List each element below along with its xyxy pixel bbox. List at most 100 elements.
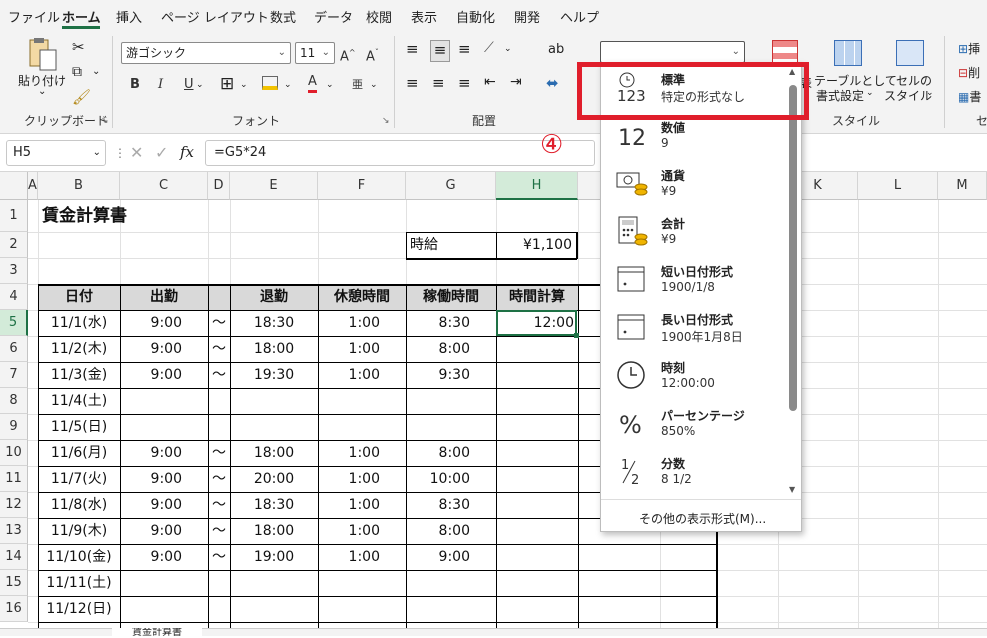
cell-styles-icon[interactable] (896, 40, 924, 66)
chevron-down-icon[interactable]: ⌄ (370, 80, 378, 90)
paste-icon[interactable] (24, 38, 58, 71)
table-cell[interactable]: 〜 (208, 310, 230, 336)
table-cell[interactable]: 18:00 (230, 336, 318, 362)
copy-dropdown-chevron-icon[interactable]: ⌄ (92, 66, 100, 77)
phonetic-guide-icon[interactable]: 亜 (352, 76, 363, 94)
table-cell[interactable]: 11/2(木) (38, 336, 120, 362)
font-color-icon[interactable]: A (308, 74, 317, 93)
table-cell[interactable]: 11/8(水) (38, 492, 120, 518)
align-left-icon[interactable]: ≡ (406, 74, 419, 92)
menu-review[interactable]: 校閲 (366, 7, 392, 26)
format-cells-button[interactable]: ▦書 (958, 88, 981, 105)
active-cell-selection[interactable] (496, 310, 577, 336)
table-cell[interactable]: 9:00 (120, 518, 208, 544)
row-header-6[interactable]: 6 (0, 336, 28, 362)
row-header-9[interactable]: 9 (0, 414, 28, 440)
decrease-indent-icon[interactable]: ⇤ (484, 74, 496, 90)
table-cell[interactable]: 11/6(月) (38, 440, 120, 466)
table-cell[interactable]: 9:00 (120, 544, 208, 570)
orientation-icon[interactable]: ⟋ (484, 40, 494, 56)
clipboard-launcher-icon[interactable]: ↘ (101, 116, 109, 126)
chevron-down-icon[interactable]: ⌄ (504, 44, 512, 54)
merge-center-icon[interactable]: ⬌ (546, 74, 559, 92)
table-cell[interactable]: 8:30 (406, 492, 496, 518)
menu-data[interactable]: データ (314, 7, 353, 26)
table-cell[interactable]: 9:00 (120, 492, 208, 518)
format-as-table-label-2[interactable]: 書式設定 (816, 87, 864, 104)
table-cell[interactable]: 1:00 (318, 440, 406, 466)
row-header-16[interactable]: 16 (0, 596, 28, 622)
table-cell[interactable]: 〜 (208, 492, 230, 518)
borders-icon[interactable]: ⊞ (220, 74, 234, 94)
table-cell[interactable]: 11/1(水) (38, 310, 120, 336)
table-cell[interactable]: 11/7(火) (38, 466, 120, 492)
chevron-down-icon[interactable]: ⌄ (196, 80, 204, 90)
chevron-down-icon[interactable]: ⌄ (866, 88, 874, 98)
column-header-h[interactable]: H (496, 172, 578, 200)
cut-icon[interactable]: ✂ (72, 38, 85, 56)
font-name-dropdown[interactable]: 游ゴシック ⌄ (121, 42, 291, 64)
menu-page-layout[interactable]: ページ レイアウト (161, 7, 269, 26)
grow-font-icon[interactable]: A^ (340, 44, 356, 66)
align-center-icon[interactable]: ≡ (432, 74, 445, 92)
column-header-g[interactable]: G (406, 172, 496, 200)
increase-indent-icon[interactable]: ⇥ (510, 74, 522, 90)
table-cell[interactable]: 8:00 (406, 518, 496, 544)
fill-handle[interactable] (574, 333, 579, 338)
table-cell[interactable]: 11/4(土) (38, 388, 120, 414)
sheet-title[interactable]: 賃金計算書 (42, 200, 242, 232)
row-header-3[interactable]: 3 (0, 258, 28, 284)
table-cell[interactable]: 9:00 (120, 310, 208, 336)
format-option-7[interactable]: % パーセンテージ 850% (601, 399, 787, 447)
font-size-dropdown[interactable]: 11 ⌄ (295, 42, 335, 64)
chevron-down-icon[interactable]: ⌄ (326, 80, 334, 90)
row-header-5[interactable]: 5 (0, 310, 28, 336)
name-box[interactable]: H5 ⌄ (6, 140, 106, 166)
scroll-thumb[interactable] (789, 85, 797, 411)
cell-styles-label-2[interactable]: スタイル (884, 87, 932, 104)
conditional-formatting-icon[interactable] (772, 40, 798, 64)
wage-label[interactable]: 時給 (410, 232, 496, 258)
table-cell[interactable]: 1:00 (318, 544, 406, 570)
chevron-down-icon[interactable]: ⌄ (926, 88, 934, 98)
align-bottom-icon[interactable]: ≡ (458, 40, 471, 58)
table-cell[interactable]: 19:30 (230, 362, 318, 388)
table-cell[interactable]: 9:00 (120, 466, 208, 492)
table-cell[interactable]: 9:30 (406, 362, 496, 388)
menu-file[interactable]: ファイル (8, 7, 60, 26)
wrap-text-icon[interactable]: ab (548, 42, 564, 57)
row-header-2[interactable]: 2 (0, 232, 28, 258)
row-header-13[interactable]: 13 (0, 518, 28, 544)
table-cell[interactable]: 1:00 (318, 492, 406, 518)
menu-formulas[interactable]: 数式 (270, 7, 296, 26)
align-top-icon[interactable]: ≡ (406, 40, 419, 58)
insert-cells-button[interactable]: ⊞挿 (958, 40, 980, 57)
table-cell[interactable]: 8:30 (406, 310, 496, 336)
table-cell[interactable]: 1:00 (318, 518, 406, 544)
table-cell[interactable]: 19:00 (230, 544, 318, 570)
table-cell[interactable]: 18:00 (230, 518, 318, 544)
row-header-11[interactable]: 11 (0, 466, 28, 492)
table-cell[interactable]: 11/3(金) (38, 362, 120, 388)
format-as-table-icon[interactable] (834, 40, 862, 66)
formula-input[interactable]: =G5*24 (205, 140, 595, 166)
cancel-icon[interactable]: ✕ (130, 143, 143, 162)
table-cell[interactable]: 1:00 (318, 362, 406, 388)
row-header-12[interactable]: 12 (0, 492, 28, 518)
copy-icon[interactable]: ⧉ (72, 64, 82, 80)
enter-check-icon[interactable]: ✓ (155, 143, 168, 162)
paste-dropdown-chevron-icon[interactable]: ⌄ (38, 86, 46, 97)
format-option-3[interactable]: 会計 ¥9 (601, 207, 787, 255)
format-painter-icon[interactable]: 🖌 (72, 88, 91, 106)
table-cell[interactable]: 9:00 (120, 362, 208, 388)
bold-button[interactable]: B (130, 76, 140, 94)
chevron-down-icon[interactable]: ⌄ (284, 80, 292, 90)
table-cell[interactable]: 18:30 (230, 310, 318, 336)
table-cell[interactable]: 11/11(土) (38, 570, 120, 596)
fill-color-icon[interactable] (262, 76, 278, 90)
column-header-a[interactable]: A (28, 172, 38, 200)
table-cell[interactable]: 9:00 (120, 336, 208, 362)
italic-button[interactable]: I (158, 76, 163, 94)
table-cell[interactable]: 11/10(金) (38, 544, 120, 570)
table-cell[interactable]: 11/12(日) (38, 596, 120, 622)
